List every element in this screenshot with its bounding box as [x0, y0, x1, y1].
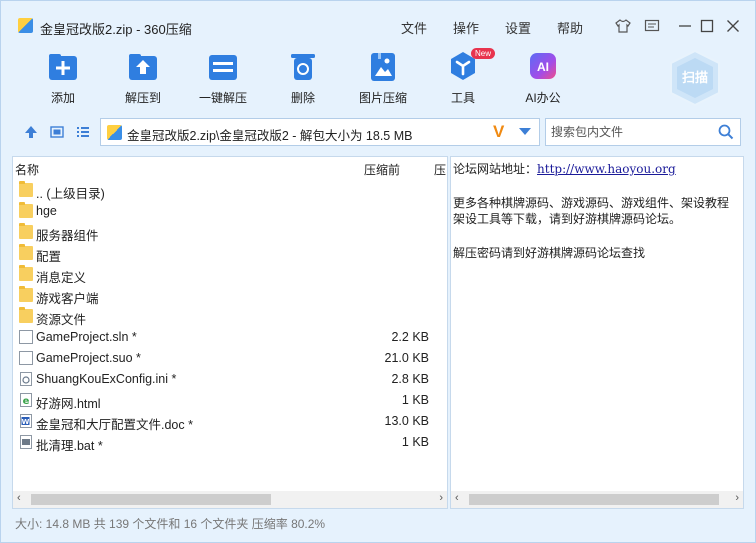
ai-office-icon: AI: [530, 53, 556, 79]
list-item[interactable]: 服务器组件: [13, 222, 447, 243]
forum-address-label: 论坛网站地址：: [453, 162, 538, 176]
list-view-icon[interactable]: [75, 124, 91, 140]
title-bar: 金皇冠改版2.zip - 360压缩 文件 操作 设置 帮助: [1, 1, 755, 41]
image-compress-button[interactable]: 图片压缩: [343, 49, 423, 109]
close-icon[interactable]: [724, 17, 742, 35]
one-click-extract-icon: [209, 55, 237, 80]
list-item[interactable]: hge: [13, 201, 447, 222]
ai-icon-text: AI: [537, 60, 549, 74]
list-item[interactable]: 游戏客户端: [13, 285, 447, 306]
file-list-scrollbar[interactable]: ‹ ›: [13, 491, 447, 508]
search-box: [545, 118, 741, 146]
preview-scrollbar[interactable]: ‹ ›: [451, 491, 743, 508]
trash-icon: [291, 54, 315, 80]
extract-to-icon: [129, 54, 157, 80]
column-header-compressed[interactable]: 压缩前: [364, 161, 400, 178]
minimize-icon[interactable]: [676, 17, 694, 35]
html-file-icon: e: [20, 393, 32, 407]
folder-icon: [19, 307, 33, 323]
menu-help[interactable]: 帮助: [557, 18, 583, 37]
preview-text-line: 解压密码请到好游棋牌源码论坛查找: [453, 246, 646, 260]
list-item[interactable]: 配置: [13, 243, 447, 264]
forum-link[interactable]: http://www.haoyou.org: [537, 162, 676, 176]
file-rows: .. (上级目录) hge 服务器组件 配置 消息定义 游戏客户端 资源文件 G…: [13, 180, 447, 453]
menu-file[interactable]: 文件: [401, 18, 427, 37]
folder-icon: [19, 286, 33, 302]
thumbnail-view-icon[interactable]: [49, 124, 65, 140]
skin-shirt-icon[interactable]: [614, 17, 632, 35]
scroll-right-icon[interactable]: ›: [439, 492, 443, 504]
list-item[interactable]: W 金皇冠和大厅配置文件.doc * 13.0 KB: [13, 411, 447, 432]
app-window: 金皇冠改版2.zip - 360压缩 文件 操作 设置 帮助 添加 解压到 一键…: [0, 0, 756, 543]
menu-operation[interactable]: 操作: [453, 18, 479, 37]
scan-button[interactable]: 扫描: [668, 49, 722, 107]
v-mark-icon[interactable]: V: [493, 122, 504, 142]
archive-path: 金皇冠改版2.zip\金皇冠改版2 - 解包大小为 18.5 MB: [127, 129, 413, 143]
one-click-extract-button[interactable]: 一键解压: [183, 49, 263, 109]
folder-icon: [19, 202, 33, 218]
maximize-icon[interactable]: [698, 17, 716, 35]
svg-text:e: e: [23, 396, 30, 407]
tools-button[interactable]: New 工具: [423, 48, 503, 109]
folder-icon: [19, 244, 33, 260]
add-button[interactable]: 添加: [23, 49, 103, 109]
list-item[interactable]: e 好游网.html 1 KB: [13, 390, 447, 411]
chevron-down-icon[interactable]: [519, 128, 531, 135]
list-item[interactable]: 消息定义: [13, 264, 447, 285]
feedback-icon[interactable]: [643, 17, 661, 35]
new-badge: New: [471, 48, 496, 59]
comment-preview-pane: 论坛网站地址：http://www.haoyou.org 更多各种棋牌源码、游戏…: [450, 156, 744, 509]
zip-file-icon: [107, 125, 122, 140]
scan-label: 扫描: [682, 70, 708, 86]
window-title: 金皇冠改版2.zip - 360压缩: [40, 22, 192, 37]
list-item[interactable]: 批清理.bat * 1 KB: [13, 432, 447, 453]
folder-icon: [19, 265, 33, 281]
app-logo-icon: [18, 18, 33, 33]
list-item[interactable]: GameProject.sln * 2.2 KB: [13, 327, 447, 348]
scroll-right-icon[interactable]: ›: [735, 492, 739, 504]
search-icon[interactable]: [718, 124, 734, 140]
ai-office-button[interactable]: AI AI办公: [503, 49, 583, 109]
delete-button[interactable]: 删除: [263, 49, 343, 109]
preview-text-line: 架设工具等下载，请到好游棋牌源码论坛。: [453, 212, 682, 226]
address-bar[interactable]: 金皇冠改版2.zip\金皇冠改版2 - 解包大小为 18.5 MB V: [100, 118, 540, 146]
folder-icon: [19, 223, 33, 239]
add-icon: [49, 54, 77, 80]
scroll-left-icon[interactable]: ‹: [17, 492, 21, 504]
bat-file-icon: [20, 435, 32, 449]
column-header-ratio[interactable]: 压: [434, 161, 446, 178]
extract-to-button[interactable]: 解压到: [103, 49, 183, 109]
scrollbar-thumb[interactable]: [469, 494, 719, 505]
list-item[interactable]: .. (上级目录): [13, 180, 447, 201]
list-item[interactable]: GameProject.suo * 21.0 KB: [13, 348, 447, 369]
ini-config-icon: [20, 372, 32, 386]
svg-text:W: W: [22, 418, 30, 426]
preview-text-line: 更多各种棋牌源码、游戏源码、游戏组件、架设教程: [453, 196, 730, 210]
scrollbar-thumb[interactable]: [31, 494, 271, 505]
menu-settings[interactable]: 设置: [505, 18, 531, 37]
list-item[interactable]: ShuangKouExConfig.ini * 2.8 KB: [13, 369, 447, 390]
scroll-left-icon[interactable]: ‹: [455, 492, 459, 504]
list-item[interactable]: 资源文件: [13, 306, 447, 327]
file-icon: [19, 351, 33, 365]
column-header-name[interactable]: 名称: [15, 161, 39, 178]
forum-address-line: 论坛网站地址：http://www.haoyou.org: [453, 160, 676, 177]
search-input[interactable]: [546, 119, 711, 145]
scan-shield-icon: 扫描: [670, 49, 720, 107]
up-arrow-icon[interactable]: [23, 124, 39, 140]
image-compress-icon: [371, 53, 395, 81]
file-list-pane: 名称 压缩前 压 .. (上级目录) hge 服务器组件 配置 消息定义 游戏客…: [12, 156, 448, 509]
folder-icon: [19, 181, 33, 197]
toolbar: 添加 解压到 一键解压 删除 图片压缩 New 工具 AI AI办公 扫描: [1, 41, 755, 113]
file-icon: [19, 330, 33, 344]
word-doc-icon: W: [20, 414, 32, 428]
status-bar: 大小: 14.8 MB 共 139 个文件和 16 个文件夹 压缩率 80.2%: [15, 517, 326, 531]
